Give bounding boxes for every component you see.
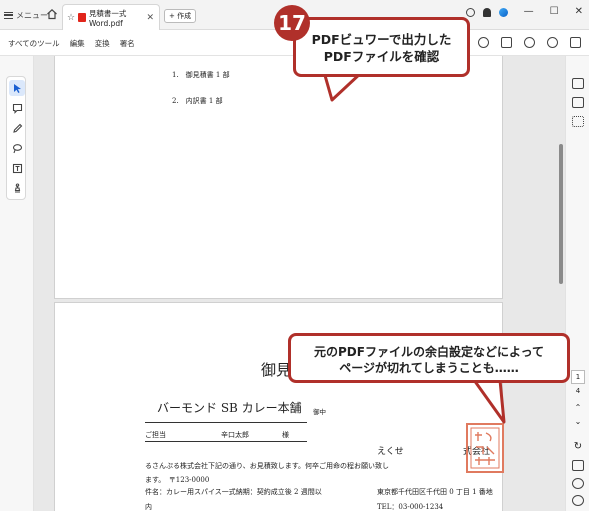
text-box-tool-icon[interactable] (9, 160, 25, 176)
callout-text: ページが切れてしまうことも…… (339, 361, 519, 375)
document-title: 御見 (261, 361, 292, 379)
zoom-out-icon[interactable] (572, 495, 584, 506)
callout-text: PDFビュワーで出力した (311, 32, 452, 47)
underline-divider (145, 441, 307, 442)
page-number-input[interactable]: 1 (571, 370, 585, 384)
contact-honorific: 様 (282, 431, 289, 439)
customer-name: バーモンド SB カレー本舗 (157, 401, 302, 415)
tab-close-icon[interactable]: ✕ (146, 13, 154, 23)
menu-item-all-tools[interactable]: すべてのツール (8, 38, 60, 49)
page-fit-icon[interactable] (572, 460, 584, 471)
list-item: 2. 内訳書 1 部 (172, 97, 223, 105)
callout-text: 元のPDFファイルの余白設定などによって (314, 345, 544, 359)
zoom-in-icon[interactable] (572, 478, 584, 489)
document-tab[interactable]: ☆ 見積書一式Word.pdf ✕ (62, 4, 160, 30)
menu-item-edit[interactable]: 編集 (70, 38, 85, 49)
select-tool-icon[interactable] (9, 80, 25, 96)
callout-box: 元のPDFファイルの余白設定などによって ページが切れてしまうことも…… (288, 333, 570, 383)
issuer-address: 東京都千代田区千代田 0 丁目 1 番地 (377, 488, 493, 496)
menu-label: メニュー (16, 10, 48, 20)
step-number-badge: 17 (274, 5, 310, 41)
scrollbar-thumb[interactable] (559, 144, 563, 284)
menu-item-sign[interactable]: 署名 (120, 38, 135, 49)
create-button[interactable]: + 作成 (164, 9, 197, 23)
pen-tool-icon[interactable] (9, 120, 25, 136)
callout-pointer (472, 378, 506, 424)
print-icon[interactable] (501, 37, 512, 48)
left-toolbar (0, 56, 34, 511)
lasso-tool-icon[interactable] (9, 140, 25, 156)
link-icon[interactable] (547, 37, 558, 48)
underline-divider (145, 422, 307, 423)
subject-tail: 内 (145, 503, 152, 511)
notification-bell-icon[interactable] (483, 8, 491, 17)
contact-name: 辛口太郎 (221, 431, 249, 439)
previous-page-icon[interactable]: ⌃ (571, 403, 585, 412)
star-icon[interactable]: ☆ (67, 13, 75, 23)
maximize-button[interactable]: ☐ (550, 6, 559, 17)
comment-tool-icon[interactable] (9, 100, 25, 116)
comments-panel-icon[interactable] (572, 78, 584, 89)
list-item: 1. 御見積書 1 部 (172, 71, 230, 79)
issuer-tel: TEL：03-000-1234 (377, 503, 444, 511)
honorific-label: 御中 (313, 408, 326, 416)
refresh-icon[interactable]: ↻ (571, 441, 585, 452)
menu-item-convert[interactable]: 変換 (95, 38, 110, 49)
help-icon[interactable] (466, 8, 475, 17)
pdf-file-icon (78, 13, 86, 22)
tool-group (6, 76, 26, 200)
callout-box: PDFビュワーで出力した PDFファイルを確認 (293, 17, 470, 77)
thumbnails-panel-icon[interactable] (572, 116, 584, 127)
ai-assistant-icon[interactable] (524, 37, 535, 48)
minimize-button[interactable]: — (524, 6, 534, 17)
bookmarks-panel-icon[interactable] (572, 97, 584, 108)
page-total: 4 (575, 387, 581, 395)
contact-label: ご担当 (145, 431, 166, 439)
home-icon[interactable] (46, 8, 58, 20)
vertical-scrollbar[interactable] (557, 56, 565, 511)
window-close-button[interactable]: ✕ (575, 6, 583, 17)
email-icon[interactable] (570, 37, 581, 48)
issuer-name: えくせ (377, 447, 404, 457)
document-view[interactable]: 1. 御見積書 1 部 2. 内訳書 1 部 御見 バーモンド SB カレー本舗… (34, 56, 565, 511)
pdf-page-1: 1. 御見積書 1 部 2. 内訳書 1 部 (54, 56, 503, 299)
subject-line: 件名：カレー用スパイス一式納期：契約成立後 2 週間以 (145, 488, 322, 496)
stamp-tool-icon[interactable] (9, 180, 25, 196)
right-toolbar: 1 4 ⌃ ⌄ ↻ (565, 56, 589, 511)
next-page-icon[interactable]: ⌄ (571, 417, 585, 426)
body-line-1: るさんぷる株式会社下記の通り、お見積致します。何卒ご用命の程お願い致し (145, 462, 390, 470)
company-seal-stamp (466, 423, 504, 473)
body-text: るさんぷる株式会社下記の通り、お見積致します。何卒ご用命の程お願い致し (145, 461, 389, 471)
hamburger-icon (4, 11, 13, 19)
callout-text: PDFファイルを確認 (323, 49, 440, 64)
account-avatar[interactable] (499, 8, 508, 17)
menu-button[interactable]: メニュー (4, 6, 48, 24)
body-line-2: ます。 〒123-0000 (145, 476, 210, 484)
upload-cloud-icon[interactable] (478, 37, 489, 48)
